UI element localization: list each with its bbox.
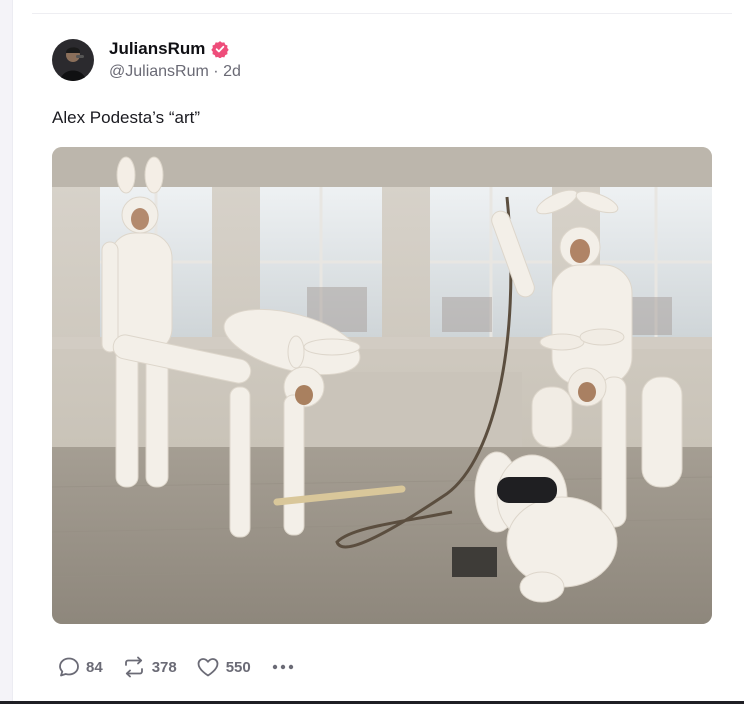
speech-bubble-icon: [59, 657, 79, 677]
post-meta: @JuliansRum · 2d: [109, 62, 241, 81]
display-name[interactable]: JuliansRum: [109, 39, 205, 59]
post-actions: 84 378 550: [57, 654, 297, 680]
like-button[interactable]: 550: [195, 655, 251, 679]
repost-button[interactable]: 378: [121, 655, 177, 679]
ellipsis-icon: [272, 664, 293, 670]
feed-page: JuliansRum @JuliansRum · 2d Alex Podesta…: [0, 0, 744, 704]
heart-icon: [197, 658, 219, 677]
post-photo: [52, 147, 712, 624]
avatar[interactable]: [52, 39, 94, 81]
like-count: 550: [225, 658, 251, 676]
post-text: Alex Podesta’s “art”: [52, 108, 201, 127]
repost-count: 378: [151, 658, 177, 676]
post-age[interactable]: 2d: [223, 63, 241, 80]
verified-badge-icon: [211, 40, 230, 59]
left-rail: [0, 0, 13, 704]
author-block: JuliansRum @JuliansRum · 2d: [109, 39, 241, 81]
reply-count: 84: [86, 658, 103, 676]
post-image[interactable]: [52, 147, 712, 624]
post-header: JuliansRum @JuliansRum · 2d: [52, 38, 712, 82]
reply-button[interactable]: 84: [57, 655, 103, 679]
more-options-button[interactable]: [269, 655, 297, 679]
divider: [32, 13, 732, 14]
handle[interactable]: @JuliansRum: [109, 63, 209, 80]
repost-arrows-icon: [124, 656, 143, 678]
post-card[interactable]: JuliansRum @JuliansRum · 2d Alex Podesta…: [52, 38, 712, 624]
name-row: JuliansRum: [109, 39, 241, 59]
meta-separator: ·: [213, 62, 224, 80]
